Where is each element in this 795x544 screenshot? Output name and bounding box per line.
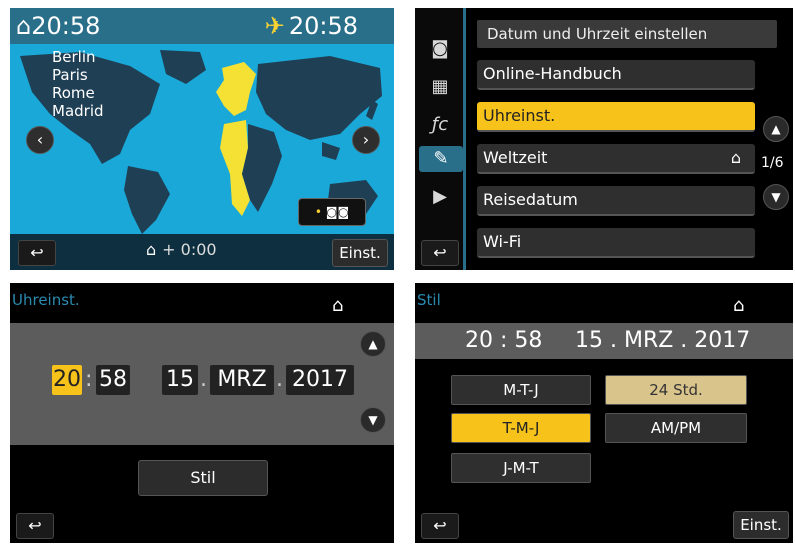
page-title: Stil: [417, 291, 441, 309]
chevron-up-icon: ▲: [368, 337, 378, 351]
home-icon: ⌂: [730, 148, 741, 167]
home-icon: ⌂: [146, 240, 157, 259]
time-separator: :: [85, 367, 93, 392]
menu-header: Datum und Uhrzeit einstellen: [477, 20, 777, 48]
page-indicator: 1/6: [761, 155, 784, 171]
format-am-pm[interactable]: AM/PM: [605, 413, 747, 443]
preview-time: 20 : 58: [465, 328, 543, 353]
day-field[interactable]: 15: [162, 365, 198, 395]
set-button[interactable]: Einst.: [332, 239, 388, 267]
clock-set-screen: Uhreinst. ⌂ 20 : 58 15 . MRZ . 2017 ▲ ▼ …: [10, 283, 394, 543]
home-time-value: 20:58: [31, 12, 101, 40]
scroll-down-button[interactable]: ▼: [763, 184, 789, 210]
home-icon: ⌂: [16, 12, 32, 40]
date-order-ymd[interactable]: J-M-T: [451, 453, 591, 483]
menu-item-label: Weltzeit: [483, 148, 548, 167]
home-time: ⌂20:58: [16, 12, 100, 40]
previous-region-button[interactable]: ‹: [26, 126, 54, 154]
destination-time: ✈ 20:58: [265, 12, 358, 40]
month-field[interactable]: MRZ: [210, 365, 274, 395]
plane-icon: ✈: [264, 12, 285, 40]
city-list: Berlin Paris Rome Madrid: [52, 48, 104, 120]
menu-item-wifi[interactable]: Wi-Fi: [477, 228, 755, 258]
minute-field[interactable]: 58: [96, 365, 130, 395]
date-separator: .: [200, 367, 207, 392]
menu-item-travel-date[interactable]: Reisedatum: [477, 186, 755, 216]
wrench-icon[interactable]: ✎: [419, 146, 463, 172]
back-button[interactable]: ↩: [421, 513, 459, 539]
increment-button[interactable]: ▲: [360, 331, 386, 357]
sidebar-divider: [463, 8, 466, 270]
back-arrow-icon: ↩: [30, 243, 44, 262]
menu-item-clock-set[interactable]: Uhreinst.: [477, 102, 755, 132]
dst-toggle-icon: ◙◙: [325, 205, 350, 219]
city-name: Rome: [52, 84, 95, 102]
chevron-down-icon: ▼: [771, 190, 781, 204]
daylight-saving-icon: •: [314, 205, 322, 219]
back-button[interactable]: ↩: [421, 240, 459, 266]
city-name: Paris: [52, 66, 88, 84]
set-button[interactable]: Einst.: [733, 511, 789, 539]
back-arrow-icon: ↩: [433, 243, 447, 262]
chevron-up-icon: ▲: [771, 122, 781, 136]
city-name: Madrid: [52, 102, 104, 120]
home-icon: ⌂: [332, 295, 344, 316]
custom-fc-icon[interactable]: ƒc: [425, 112, 455, 138]
camera-icon[interactable]: ◙: [425, 36, 455, 62]
menu-item-world-time[interactable]: Weltzeit ⌂: [477, 144, 755, 174]
style-button[interactable]: Stil: [138, 460, 268, 496]
back-button[interactable]: ↩: [16, 513, 54, 539]
setup-menu-screen: ◙ ▦ ƒc ✎ ▶ Datum und Uhrzeit einstellen …: [415, 8, 793, 270]
hour-field[interactable]: 20: [52, 365, 82, 395]
daylight-saving-button[interactable]: • ◙◙: [298, 198, 366, 226]
decrement-button[interactable]: ▼: [360, 407, 386, 433]
date-order-dmy[interactable]: T-M-J: [451, 413, 591, 443]
scroll-up-button[interactable]: ▲: [763, 116, 789, 142]
menu-item-online-manual[interactable]: Online-Handbuch: [477, 60, 755, 90]
chevron-down-icon: ▼: [368, 413, 378, 427]
preview-date: 15 . MRZ . 2017: [575, 328, 751, 353]
city-name: Berlin: [52, 48, 96, 66]
style-screen: Stil ⌂ 20 : 58 15 . MRZ . 2017 M-T-J T-M…: [415, 283, 793, 543]
world-time-screen: ⌂20:58 ✈ 20:58 Berlin Paris Rome Madrid …: [10, 8, 394, 270]
date-separator: .: [276, 367, 283, 392]
back-arrow-icon: ↩: [433, 516, 447, 535]
page-title: Uhreinst.: [12, 291, 80, 309]
format-24h[interactable]: 24 Std.: [605, 375, 747, 405]
back-button[interactable]: ↩: [18, 240, 56, 266]
destination-time-value: 20:58: [288, 12, 358, 40]
home-icon: ⌂: [733, 295, 745, 316]
date-order-mdy[interactable]: M-T-J: [451, 375, 591, 405]
playback-icon[interactable]: ▶: [425, 184, 455, 210]
time-offset: ⌂ + 0:00: [146, 240, 217, 259]
video-icon[interactable]: ▦: [425, 74, 455, 100]
time-offset-value: + 0:00: [162, 240, 217, 259]
year-field[interactable]: 2017: [286, 365, 354, 395]
next-region-button[interactable]: ›: [352, 126, 380, 154]
back-arrow-icon: ↩: [28, 516, 42, 535]
